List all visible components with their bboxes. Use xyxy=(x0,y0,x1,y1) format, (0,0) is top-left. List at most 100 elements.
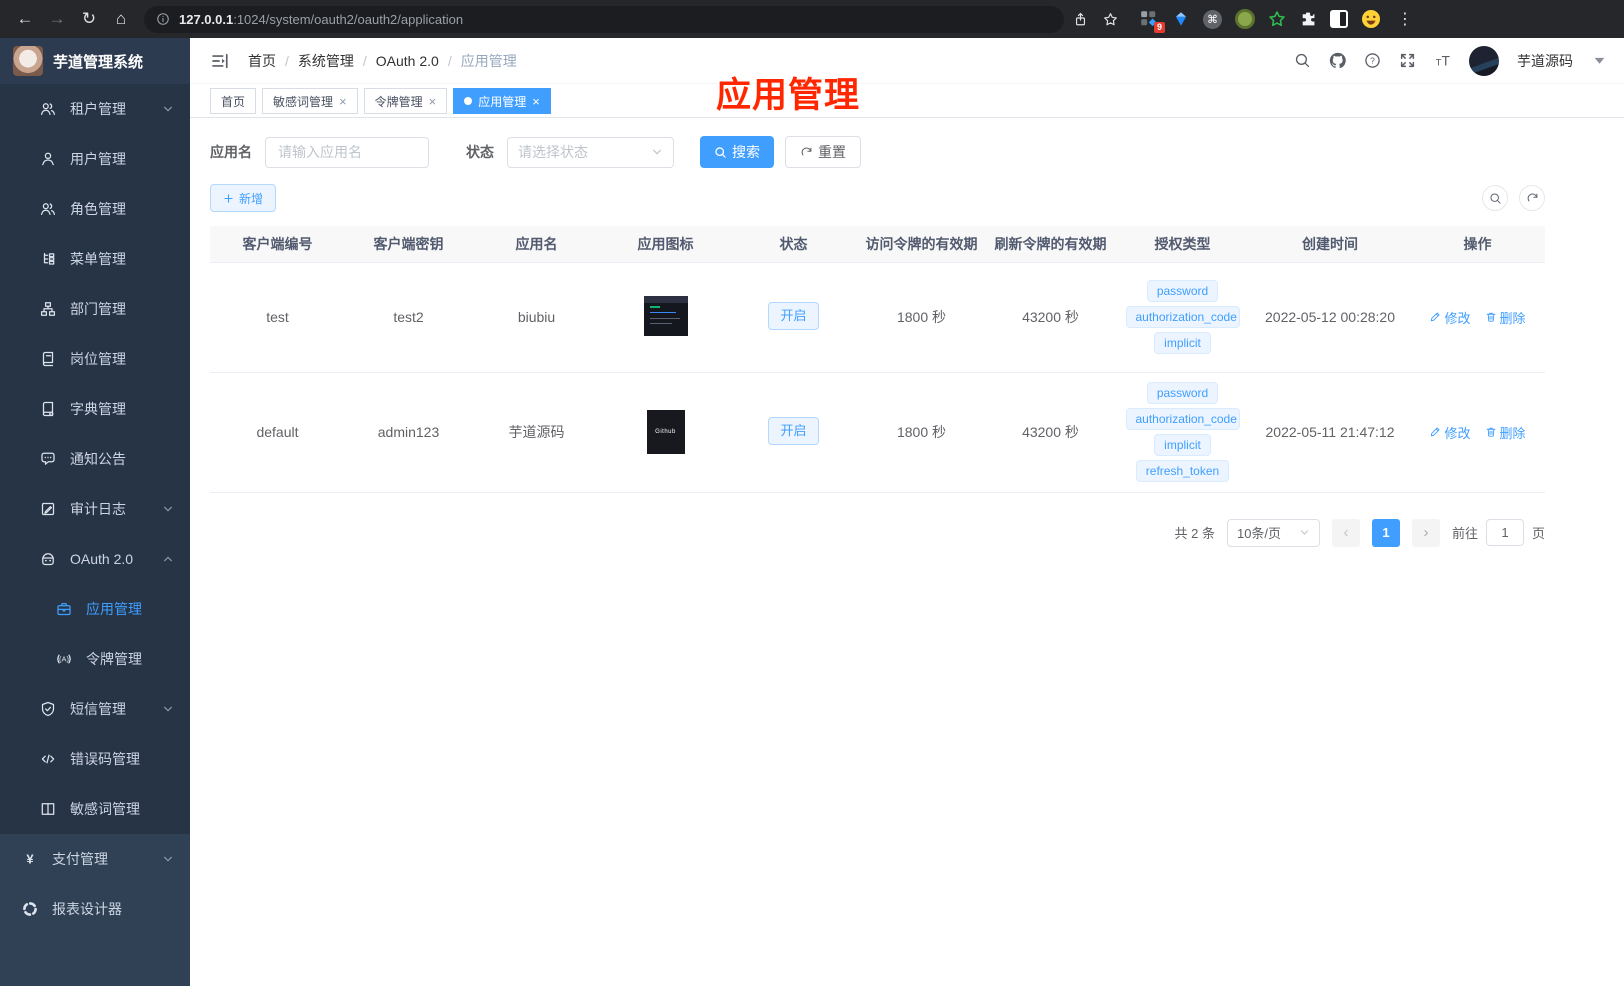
app-title: 芋道管理系统 xyxy=(53,53,144,71)
sidebar-item-error-code[interactable]: 错误码管理 xyxy=(0,734,190,784)
breadcrumb-home[interactable]: 首页 xyxy=(248,51,276,71)
chevron-down-icon xyxy=(162,103,174,115)
extension-gem-icon[interactable] xyxy=(1172,10,1190,28)
sidebar-item-oauth2[interactable]: OAuth 2.0 xyxy=(0,534,190,584)
top-navbar: 首页 / 系统管理 / OAuth 2.0 / 应用管理 芋道源码 xyxy=(190,38,1624,84)
current-page-button[interactable]: 1 xyxy=(1371,518,1400,547)
tab-home[interactable]: 首页 xyxy=(210,88,257,114)
delete-link[interactable]: 删除 xyxy=(1485,308,1526,327)
tab-sensitive-word[interactable]: 敏感词管理 × xyxy=(262,88,358,114)
share-icon[interactable] xyxy=(1066,5,1094,33)
extension-green-star-icon[interactable] xyxy=(1268,10,1286,28)
app-logo[interactable]: 芋道管理系统 xyxy=(0,38,190,84)
status-placeholder: 请选择状态 xyxy=(518,144,588,160)
sidebar-item-audit-log[interactable]: 审计日志 xyxy=(0,484,190,534)
breadcrumb: 首页 / 系统管理 / OAuth 2.0 / 应用管理 xyxy=(248,51,517,71)
applications-table: 客户端编号 客户端密钥 应用名 应用图标 状态 访问令牌的有效期 刷新令牌的有效… xyxy=(210,226,1545,493)
add-button[interactable]: 新增 xyxy=(210,184,277,212)
sidebar-item-sms[interactable]: 短信管理 xyxy=(0,684,190,734)
pagination-total: 共 2 条 xyxy=(1174,526,1215,541)
extension-command-icon[interactable]: ⌘ xyxy=(1203,9,1222,29)
sidebar-item-label: 租户管理 xyxy=(70,101,126,117)
cell-actions: 修改 删除 xyxy=(1410,262,1545,373)
status-badge[interactable]: 开启 xyxy=(768,416,819,445)
extension-split-screen-icon[interactable] xyxy=(1330,10,1348,28)
sidebar-item-notice[interactable]: 通知公告 xyxy=(0,434,190,484)
cell-app-name: biubiu xyxy=(472,262,601,373)
close-icon[interactable]: × xyxy=(339,95,347,108)
breadcrumb-oauth2[interactable]: OAuth 2.0 xyxy=(376,53,439,69)
sidebar-item-label: 报表设计器 xyxy=(52,901,122,917)
delete-link[interactable]: 删除 xyxy=(1485,423,1526,442)
close-icon[interactable]: × xyxy=(532,95,540,108)
github-icon[interactable] xyxy=(1329,52,1346,69)
browser-back-button[interactable]: ← xyxy=(10,4,40,34)
status-select[interactable]: 请选择状态 xyxy=(507,136,674,168)
cell-secret: test2 xyxy=(345,262,472,373)
tab-application-active[interactable]: 应用管理 × xyxy=(453,88,551,114)
status-badge[interactable]: 开启 xyxy=(768,301,819,330)
sidebar-item-payment[interactable]: 支付管理 xyxy=(0,834,190,884)
edit-link[interactable]: 修改 xyxy=(1429,308,1471,327)
edit-log-icon xyxy=(40,501,56,517)
breadcrumb-system[interactable]: 系统管理 xyxy=(298,51,354,71)
prev-page-button[interactable]: ‹ xyxy=(1331,518,1360,547)
sidebar-item-sensitive-word[interactable]: 敏感词管理 xyxy=(0,784,190,834)
url-text: 127.0.0.1:1024/system/oauth2/oauth2/appl… xyxy=(179,12,463,27)
app-name-input[interactable] xyxy=(265,136,429,168)
sidebar-item-label: 通知公告 xyxy=(70,451,126,467)
sidebar-item-report-designer[interactable]: 报表设计器 xyxy=(0,884,190,934)
sidebar-item-user[interactable]: 用户管理 xyxy=(0,134,190,184)
help-icon[interactable] xyxy=(1364,52,1381,69)
bookmark-star-icon[interactable] xyxy=(1096,5,1124,33)
table-row: default admin123 芋道源码 Github 开启 1800 秒 4… xyxy=(210,372,1545,493)
page-size-select[interactable]: 10条/页 xyxy=(1226,518,1320,547)
username[interactable]: 芋道源码 xyxy=(1517,51,1573,71)
sidebar-item-label: 审计日志 xyxy=(70,501,126,517)
col-status: 状态 xyxy=(730,226,857,263)
goto-page-input[interactable] xyxy=(1485,519,1524,546)
robot-icon xyxy=(40,551,56,567)
sidebar-item-tenant[interactable]: 租户管理 xyxy=(0,84,190,134)
users-icon xyxy=(40,101,56,117)
extensions-puzzle-icon[interactable] xyxy=(1299,10,1317,28)
trash-icon xyxy=(1485,426,1497,438)
browser-home-button[interactable]: ⌂ xyxy=(106,4,136,34)
browser-reload-button[interactable]: ↻ xyxy=(74,4,104,34)
browser-menu-icon[interactable]: ⋮ xyxy=(1393,9,1417,29)
sidebar-item-menu[interactable]: 菜单管理 xyxy=(0,234,190,284)
search-button-label: 搜索 xyxy=(732,144,760,160)
search-button[interactable]: 搜索 xyxy=(700,136,774,168)
extension-green-dot-icon[interactable] xyxy=(1235,9,1255,29)
next-page-button[interactable]: › xyxy=(1411,518,1440,547)
site-info-icon[interactable] xyxy=(156,12,170,26)
sidebar-item-label: OAuth 2.0 xyxy=(70,551,134,567)
edit-link[interactable]: 修改 xyxy=(1429,423,1471,442)
extension-tiles-icon[interactable]: 9 xyxy=(1140,10,1165,33)
toggle-search-button[interactable] xyxy=(1482,185,1508,211)
sidebar-item-label: 错误码管理 xyxy=(70,751,140,767)
address-bar[interactable]: 127.0.0.1:1024/system/oauth2/oauth2/appl… xyxy=(144,5,1064,33)
fullscreen-icon[interactable] xyxy=(1399,52,1416,69)
sidebar-item-dict[interactable]: 字典管理 xyxy=(0,384,190,434)
sidebar-item-role[interactable]: 角色管理 xyxy=(0,184,190,234)
sidebar-fold-icon[interactable] xyxy=(206,47,234,75)
tab-token[interactable]: 令牌管理 × xyxy=(363,88,448,114)
sidebar-item-post[interactable]: 岗位管理 xyxy=(0,334,190,384)
sidebar-item-label: 短信管理 xyxy=(70,701,126,717)
close-icon[interactable]: × xyxy=(429,95,437,108)
table-toolbar: 新增 xyxy=(210,184,1545,212)
refresh-table-button[interactable] xyxy=(1519,185,1545,211)
search-icon[interactable] xyxy=(1294,52,1311,69)
browser-forward-button[interactable]: → xyxy=(42,4,72,34)
user-menu-caret-icon[interactable] xyxy=(1591,52,1608,69)
font-size-icon[interactable] xyxy=(1434,52,1451,69)
sidebar-item-dept[interactable]: 部门管理 xyxy=(0,284,190,334)
grant-type-tag: implicit xyxy=(1154,434,1211,456)
cell-access-ttl: 1800 秒 xyxy=(857,262,986,373)
sidebar-item-oauth2-application[interactable]: 应用管理 xyxy=(0,584,190,634)
sidebar-item-oauth2-token[interactable]: 令牌管理 xyxy=(0,634,190,684)
reset-button[interactable]: 重置 xyxy=(785,136,861,168)
profile-emoji-avatar[interactable] xyxy=(1361,9,1381,29)
user-avatar[interactable] xyxy=(1469,45,1499,76)
